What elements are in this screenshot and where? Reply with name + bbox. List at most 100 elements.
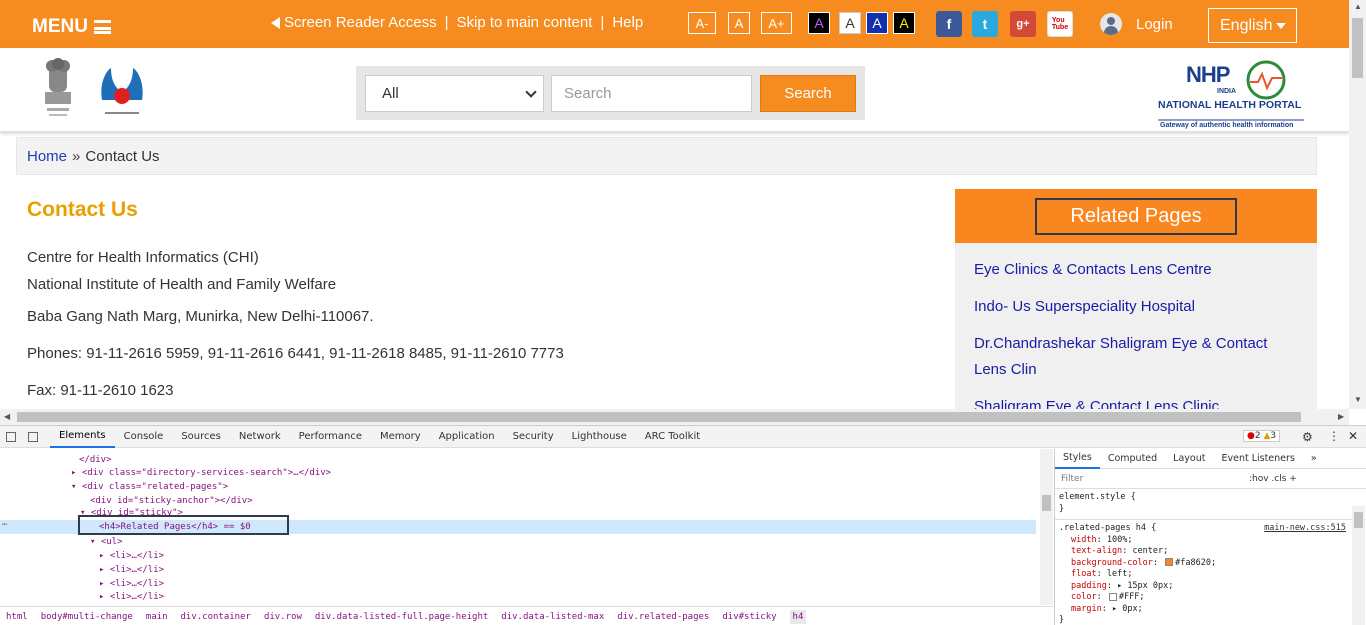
- tab-arc-toolkit[interactable]: ARC Toolkit: [636, 426, 709, 448]
- dom-node[interactable]: ▸ <li>…</li>: [99, 592, 164, 602]
- tab-network[interactable]: Network: [230, 426, 290, 448]
- dom-crumb[interactable]: div.row: [264, 612, 302, 622]
- youtube-icon[interactable]: You Tube: [1047, 11, 1073, 37]
- menu-button[interactable]: MENU: [32, 16, 111, 38]
- breadcrumb-home-link[interactable]: Home: [27, 148, 67, 165]
- contrast-purple-button[interactable]: A: [808, 12, 830, 34]
- styles-scrollbar[interactable]: [1352, 506, 1365, 625]
- search-button[interactable]: Search: [760, 75, 856, 112]
- dom-crumb[interactable]: div.data-listed-max: [501, 612, 604, 622]
- page-horizontal-scrollbar[interactable]: ◀ ▶: [0, 409, 1349, 425]
- tab-event-listeners[interactable]: Event Listeners: [1213, 449, 1302, 469]
- css-declaration[interactable]: float: left;: [1059, 569, 1366, 581]
- tab-memory[interactable]: Memory: [371, 426, 430, 448]
- dom-node[interactable]: ▸ <li>…</li>: [99, 551, 164, 561]
- tab-elements[interactable]: Elements: [50, 426, 115, 448]
- page-vertical-scrollbar[interactable]: ▲ ▼: [1349, 0, 1366, 409]
- contrast-blue-button[interactable]: A: [866, 12, 888, 34]
- dom-crumb[interactable]: div.related-pages: [617, 612, 709, 622]
- dom-node[interactable]: </div>: [79, 455, 112, 465]
- expand-arrow-icon[interactable]: ▸: [99, 551, 110, 561]
- node-dots-icon[interactable]: ⋯: [2, 520, 7, 530]
- related-page-link[interactable]: Indo- Us Superspeciality Hospital: [974, 294, 1299, 320]
- settings-gear-icon[interactable]: ⚙: [1302, 430, 1313, 444]
- dom-crumb[interactable]: div.container: [181, 612, 251, 622]
- dom-node[interactable]: ▸ <li>…</li>: [99, 579, 164, 589]
- scrollbar-thumb[interactable]: [17, 412, 1301, 422]
- dom-crumb[interactable]: html: [6, 612, 28, 622]
- css-declaration[interactable]: width: 100%;: [1059, 535, 1366, 547]
- element-style-selector[interactable]: element.style {: [1059, 492, 1366, 504]
- search-category-select[interactable]: All: [365, 75, 544, 112]
- scrollbar-thumb[interactable]: [1354, 512, 1363, 528]
- color-swatch-icon[interactable]: [1108, 592, 1117, 601]
- contrast-yellow-button[interactable]: A: [893, 12, 915, 34]
- dom-crumb[interactable]: main: [146, 612, 168, 622]
- search-input[interactable]: Search: [551, 75, 752, 112]
- inspect-icon[interactable]: [6, 431, 16, 442]
- expand-arrow-icon[interactable]: ▸: [99, 565, 110, 575]
- dom-crumb-current[interactable]: h4: [789, 609, 807, 624]
- language-dropdown[interactable]: English: [1208, 8, 1297, 43]
- tab-application[interactable]: Application: [430, 426, 504, 448]
- tab-layout[interactable]: Layout: [1165, 449, 1213, 469]
- tab-sources[interactable]: Sources: [172, 426, 230, 448]
- tab-performance[interactable]: Performance: [290, 426, 371, 448]
- tab-console[interactable]: Console: [115, 426, 173, 448]
- font-increase-button[interactable]: A+: [761, 12, 792, 34]
- related-page-link[interactable]: Shaligram Eye & Contact Lens Clinic: [974, 394, 1299, 409]
- skip-to-content-link[interactable]: Skip to main content: [456, 14, 592, 31]
- tab-security[interactable]: Security: [504, 426, 563, 448]
- device-toggle-icon[interactable]: [28, 431, 38, 442]
- close-icon[interactable]: ✕: [1348, 429, 1358, 443]
- dom-node-selected[interactable]: <h4>Related Pages</h4> == $0: [99, 522, 251, 532]
- css-declaration[interactable]: background-color: #fa8620;: [1059, 558, 1366, 570]
- filter-tools[interactable]: :hov .cls +: [1249, 474, 1297, 484]
- screen-reader-link[interactable]: Screen Reader Access: [284, 14, 437, 31]
- health-ministry-logo[interactable]: [97, 62, 147, 122]
- google-plus-icon[interactable]: g+: [1010, 11, 1036, 37]
- dom-crumb[interactable]: div.data-listed-full.page-height: [315, 612, 488, 622]
- collapse-arrow-icon[interactable]: ▾: [80, 508, 91, 518]
- css-declaration[interactable]: padding: ▸ 15px 0px;: [1059, 581, 1366, 593]
- css-source-link[interactable]: main-new.css:515: [1264, 523, 1346, 535]
- scroll-up-icon[interactable]: ▲: [1354, 2, 1362, 11]
- related-page-link[interactable]: Eye Clinics & Contacts Lens Centre: [974, 257, 1299, 283]
- facebook-icon[interactable]: f: [936, 11, 962, 37]
- contrast-white-button[interactable]: A: [839, 12, 861, 34]
- dom-node[interactable]: ▸ <div class="directory-services-search"…: [71, 468, 331, 478]
- related-page-link[interactable]: Dr.Chandrashekar Shaligram Eye & Contact…: [974, 331, 1299, 383]
- collapse-arrow-icon[interactable]: ▾: [71, 482, 82, 492]
- scroll-down-icon[interactable]: ▼: [1354, 395, 1362, 404]
- dom-node[interactable]: ▾ <div id="sticky">: [80, 508, 183, 518]
- nhp-logo[interactable]: NHP INDIA NATIONAL HEALTH PORTAL Gateway…: [1154, 56, 1306, 130]
- scrollbar-thumb[interactable]: [1042, 495, 1051, 511]
- expand-arrow-icon[interactable]: ▸: [99, 579, 110, 589]
- dom-node[interactable]: ▸ <li>…</li>: [99, 565, 164, 575]
- font-decrease-button[interactable]: A-: [688, 12, 716, 34]
- dom-node[interactable]: <div id="sticky-anchor"></div>: [90, 496, 253, 506]
- css-declaration[interactable]: text-align: center;: [1059, 546, 1366, 558]
- more-tabs-icon[interactable]: »: [1303, 449, 1325, 469]
- dom-crumb[interactable]: div#sticky: [722, 612, 776, 622]
- scrollbar-thumb[interactable]: [1352, 18, 1363, 78]
- twitter-icon[interactable]: t: [972, 11, 998, 37]
- font-normal-button[interactable]: A: [728, 12, 750, 34]
- css-declaration[interactable]: margin: ▸ 0px;: [1059, 604, 1366, 616]
- expand-arrow-icon[interactable]: ▸: [99, 592, 110, 602]
- expand-arrow-icon[interactable]: ▸: [71, 468, 82, 478]
- elements-scrollbar[interactable]: [1040, 449, 1053, 605]
- national-emblem-logo[interactable]: [37, 56, 79, 126]
- dom-crumb[interactable]: body#multi-change: [41, 612, 133, 622]
- dom-node[interactable]: ▾ <ul>: [90, 537, 123, 547]
- color-swatch-icon[interactable]: [1165, 558, 1174, 566]
- help-link[interactable]: Help: [612, 14, 643, 31]
- dom-node[interactable]: ▾ <div class="related-pages">: [71, 482, 228, 492]
- scroll-right-icon[interactable]: ▶: [1338, 412, 1344, 421]
- issues-badge[interactable]: ●2 ▲3: [1243, 430, 1281, 442]
- login-link[interactable]: Login: [1100, 13, 1173, 35]
- collapse-arrow-icon[interactable]: ▾: [90, 537, 101, 547]
- css-declaration[interactable]: color: #FFF;: [1059, 592, 1366, 604]
- tab-computed[interactable]: Computed: [1100, 449, 1165, 469]
- tab-styles[interactable]: Styles: [1055, 449, 1100, 469]
